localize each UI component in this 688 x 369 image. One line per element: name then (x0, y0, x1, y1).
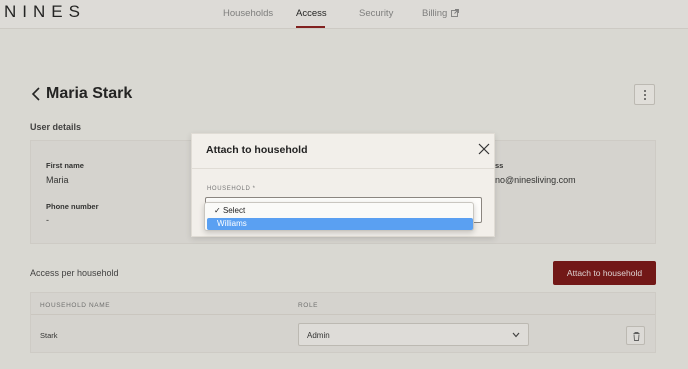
household-dropdown-list: ✓ Select Williams (204, 202, 474, 231)
dropdown-option-williams[interactable]: Williams (207, 218, 473, 230)
close-icon[interactable] (478, 143, 490, 155)
household-field-label: HOUSEHOLD * (207, 186, 256, 192)
checkmark-icon: ✓ (214, 206, 221, 215)
option-label: Select (222, 206, 246, 215)
dialog-divider (192, 168, 494, 169)
dropdown-option-select[interactable]: ✓ Select (207, 205, 473, 217)
dialog-title: Attach to household (206, 144, 308, 156)
